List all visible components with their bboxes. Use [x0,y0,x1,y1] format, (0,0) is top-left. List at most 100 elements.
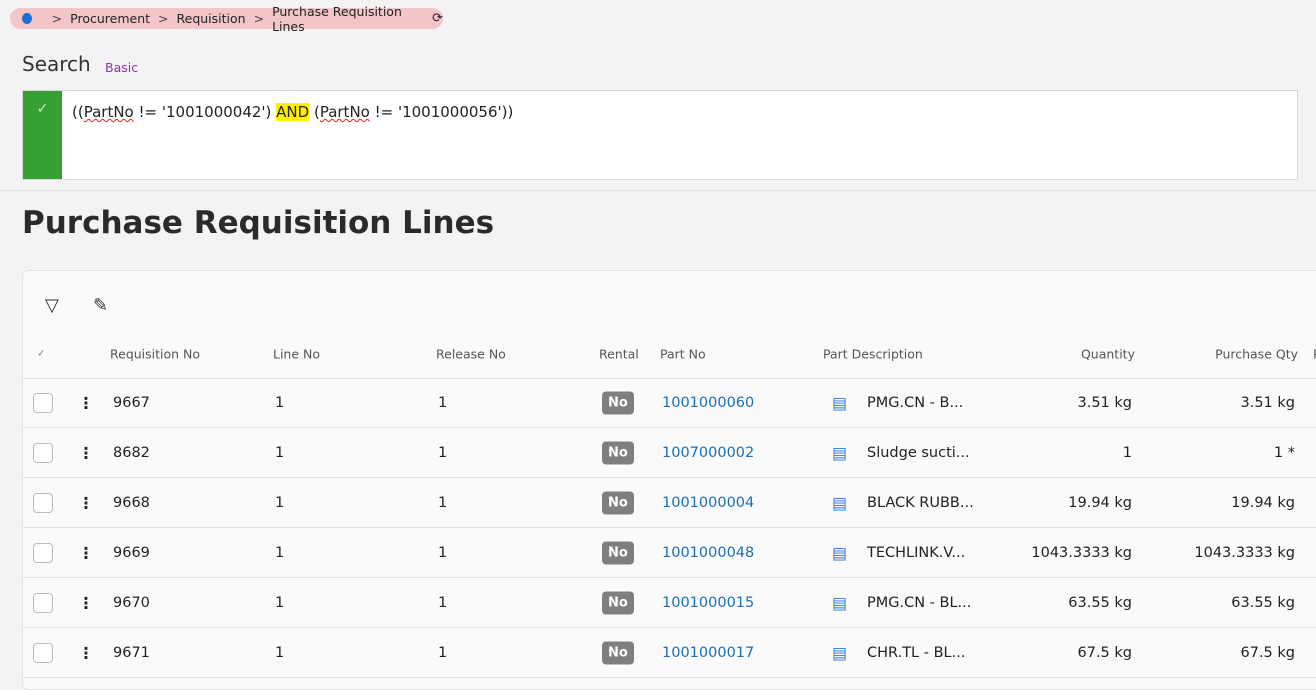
row-checkbox[interactable] [33,592,53,613]
filter-icon[interactable]: ▽ [45,295,59,316]
part-no-link[interactable]: 1001000017 [662,645,754,661]
release-no: 1 [438,494,448,511]
q0: (( [72,103,84,121]
part-description: TECHLINK.V... [867,544,966,561]
col-requisition-no[interactable]: Requisition No [110,346,200,361]
part-description: CHR.TL - BL... [867,644,966,661]
purchase-qty: 67.5 kg [1240,644,1296,661]
notes-icon[interactable]: ▤ [832,643,847,662]
page-title: Purchase Requisition Lines [22,205,495,241]
q2: != '1001000042') [133,103,277,121]
row-checkbox[interactable] [33,542,53,563]
notes-icon[interactable]: ▤ [832,393,847,412]
row-checkbox[interactable] [33,442,53,463]
part-no-link[interactable]: 1001000060 [662,395,754,411]
select-all-icon[interactable]: ✓ [37,348,45,359]
row-menu-icon[interactable]: ⋮ [78,543,94,562]
requisition-no: 9668 [113,494,150,511]
col-line-no[interactable]: Line No [273,346,320,361]
quantity: 19.94 kg [1068,494,1132,511]
basic-search-link[interactable]: Basic [105,60,138,75]
quantity: 3.51 kg [1077,394,1133,411]
purchase-qty: 3.51 kg [1240,394,1296,411]
col-part-description[interactable]: Part Description [823,346,923,361]
notes-icon[interactable]: ▤ [832,443,847,462]
line-no: 1 [275,494,285,511]
release-no: 1 [438,644,448,661]
q4: ( [309,103,320,121]
notes-icon[interactable]: ▤ [832,593,847,612]
row-menu-icon[interactable]: ⋮ [78,443,94,462]
row-menu-icon[interactable]: ⋮ [78,593,94,612]
edit-icon[interactable]: ✎ [93,295,108,316]
release-no: 1 [438,394,448,411]
quantity: 1 [1122,444,1132,461]
check-icon: ✓ [23,91,62,179]
notes-icon[interactable]: ▤ [832,543,847,562]
part-description: PMG.CN - B... [867,394,964,411]
requisition-no: 9670 [113,594,150,611]
search-query-input[interactable]: ✓ ((PartNo != '1001000042') AND (PartNo … [22,90,1298,180]
row-menu-icon[interactable]: ⋮ [78,643,94,662]
table-row[interactable]: ⋮ 9670 1 1 No 1001000015 ▤ PMG.CN - BL..… [23,578,1316,628]
rental-badge: No [602,391,634,414]
col-rental[interactable]: Rental [599,346,639,361]
row-checkbox[interactable] [33,392,53,413]
release-no: 1 [438,444,448,461]
breadcrumb-current: Purchase Requisition Lines [272,3,402,34]
part-no-link[interactable]: 1007000002 [662,445,754,461]
chevron-right-icon: > [51,11,63,26]
part-description: BLACK RUBB... [867,494,974,511]
quantity: 63.55 kg [1068,594,1132,611]
rental-badge: No [602,491,634,514]
line-no: 1 [275,594,285,611]
requisition-no: 9669 [113,544,150,561]
line-no: 1 [275,394,285,411]
quantity: 67.5 kg [1077,644,1133,661]
table-row[interactable]: ⋮ 8682 1 1 No 1007000002 ▤ Sludge sucti.… [23,428,1316,478]
q6: != '1001000056')) [369,103,514,121]
line-no: 1 [275,544,285,561]
divider [0,190,1316,191]
q5: PartNo [319,103,370,121]
row-checkbox[interactable] [33,492,53,513]
release-no: 1 [438,594,448,611]
part-description: PMG.CN - BL... [867,594,972,611]
search-label: Search [22,52,91,76]
requisition-no: 9667 [113,394,150,411]
rental-badge: No [602,641,634,664]
table-row[interactable]: ⋮ 9671 1 1 No 1001000017 ▤ CHR.TL - BL..… [23,628,1316,678]
query-text[interactable]: ((PartNo != '1001000042') AND (PartNo !=… [62,91,523,179]
row-menu-icon[interactable]: ⋮ [78,393,94,412]
rental-badge: No [602,591,634,614]
breadcrumb-requisition[interactable]: Requisition [177,11,246,26]
part-no-link[interactable]: 1001000015 [662,595,754,611]
part-no-link[interactable]: 1001000048 [662,545,754,561]
part-no-link[interactable]: 1001000004 [662,495,754,511]
breadcrumb-procurement[interactable]: Procurement [70,11,150,26]
refresh-icon[interactable]: ⟳ [432,11,443,26]
col-release-no[interactable]: Release No [436,346,506,361]
rental-badge: No [602,441,634,464]
row-menu-icon[interactable]: ⋮ [78,493,94,512]
chevron-right-icon: > [253,11,265,26]
col-purchase-qty[interactable]: Purchase Qty [1215,346,1298,361]
home-icon[interactable] [22,13,32,24]
table-row[interactable]: ⋮ 9668 1 1 No 1001000004 ▤ BLACK RUBB...… [23,478,1316,528]
part-description: Sludge sucti... [867,444,970,461]
purchase-qty: 63.55 kg [1231,594,1295,611]
line-no: 1 [275,444,285,461]
chevron-right-icon: > [158,11,169,26]
release-no: 1 [438,544,448,561]
col-part-no[interactable]: Part No [660,346,706,361]
line-no: 1 [275,644,285,661]
breadcrumb: > Procurement > Requisition > Purchase R… [10,4,443,34]
q1: PartNo [83,103,134,121]
col-quantity[interactable]: Quantity [1081,346,1135,361]
purchase-qty: 19.94 kg [1231,494,1295,511]
requisition-no: 9671 [113,644,150,661]
row-checkbox[interactable] [33,642,53,663]
table-row[interactable]: ⋮ 9667 1 1 No 1001000060 ▤ PMG.CN - B...… [23,378,1316,428]
table-row[interactable]: ⋮ 9669 1 1 No 1001000048 ▤ TECHLINK.V...… [23,528,1316,578]
notes-icon[interactable]: ▤ [832,493,847,512]
